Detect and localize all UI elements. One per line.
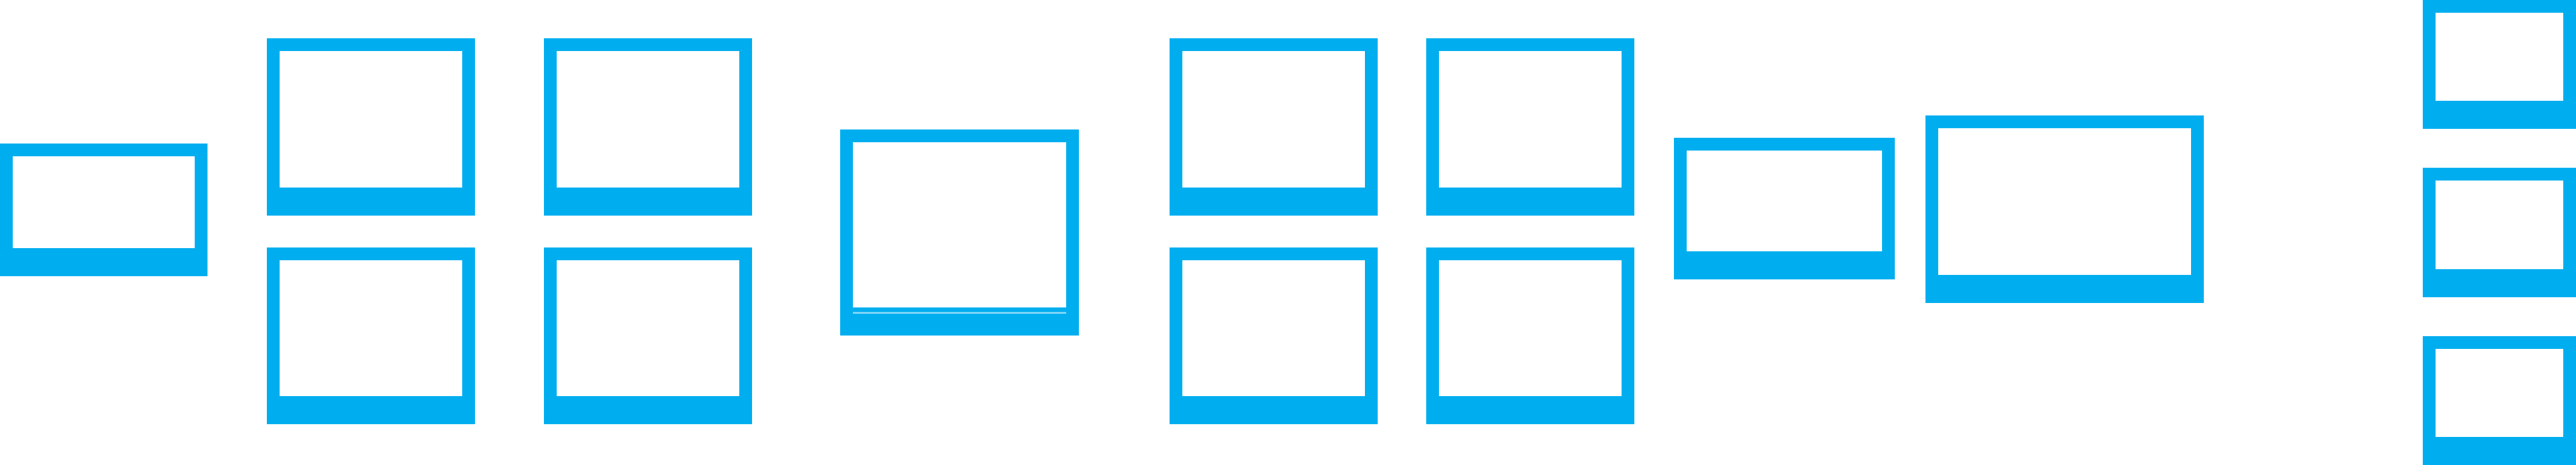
frame-single-large xyxy=(1925,115,2204,303)
frame-stack-d-top xyxy=(1426,38,1634,216)
frame-column-right-middle xyxy=(2423,168,2576,297)
frames-diagram xyxy=(0,0,2576,465)
frame-stack-c-top xyxy=(1170,38,1378,216)
frame-stack-c-bottom xyxy=(1170,247,1378,424)
frame-stack-d-bottom xyxy=(1426,247,1634,424)
frame-single-center xyxy=(840,129,1079,336)
frame-single-medium xyxy=(1674,138,1895,279)
frame-stack-b-bottom xyxy=(544,247,752,424)
frame-stack-a-top xyxy=(267,38,475,216)
frame-stack-a-bottom xyxy=(267,247,475,424)
frame-stack-b-top xyxy=(544,38,752,216)
frame-column-right-bottom xyxy=(2423,336,2576,465)
frame-single-left xyxy=(0,144,207,276)
frame-column-right-top xyxy=(2423,0,2576,129)
